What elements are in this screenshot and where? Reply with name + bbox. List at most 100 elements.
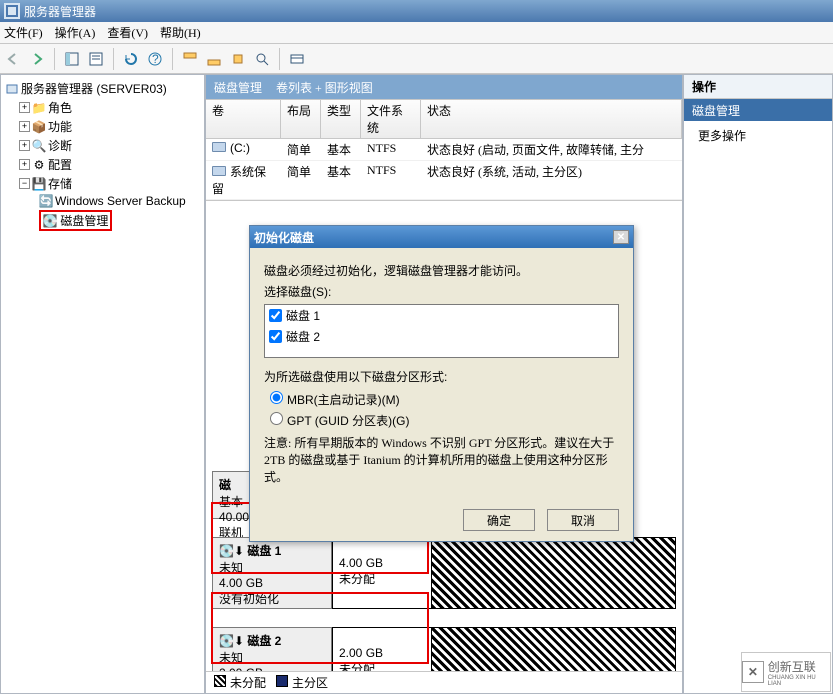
checkbox-disk1[interactable]	[269, 309, 282, 322]
radio-mbr-row[interactable]: MBR(主启动记录)(M)	[264, 389, 619, 410]
watermark-brand: 创新互联	[768, 658, 830, 675]
help-icon[interactable]: ?	[146, 50, 164, 68]
tree-config[interactable]: +⚙配置	[5, 155, 200, 174]
expander-icon[interactable]: +	[19, 121, 30, 132]
separator	[54, 48, 55, 70]
separator	[279, 48, 280, 70]
table-row[interactable]: (C:) 简单 基本 NTFS 状态良好 (启动, 页面文件, 故障转储, 主分	[206, 139, 682, 161]
disk2-partition[interactable]: 2.00 GB 未分配	[332, 627, 432, 671]
watermark-sub: CHUANG XIN HU LIAN	[768, 675, 830, 687]
back-icon[interactable]	[4, 50, 22, 68]
checkbox-disk2[interactable]	[269, 330, 282, 343]
center-subtitle: 卷列表 + 图形视图	[276, 79, 373, 96]
expander-icon[interactable]: −	[19, 178, 30, 189]
forward-icon[interactable]	[28, 50, 46, 68]
disk-list: 磁盘 1 磁盘 2	[264, 304, 619, 358]
menu-file[interactable]: 文件(F)	[4, 24, 43, 41]
col-volume[interactable]: 卷	[206, 100, 281, 138]
center-header: 磁盘管理 卷列表 + 图形视图	[206, 75, 682, 99]
legend-unalloc-swatch	[214, 675, 226, 687]
disk-row-1[interactable]: 💽⬇ 磁盘 1 未知 4.00 GB 没有初始化 4.00 GB 未分配	[212, 537, 676, 609]
diskmgmt-icon: 💽	[43, 214, 57, 228]
server-icon	[5, 82, 19, 96]
legend: 未分配 主分区	[206, 671, 682, 693]
actions-sub: 磁盘管理	[684, 99, 832, 121]
watermark: ✕ 创新互联 CHUANG XIN HU LIAN	[741, 652, 831, 692]
dialog-body: 磁盘必须经过初始化，逻辑磁盘管理器才能访问。 选择磁盘(S): 磁盘 1 磁盘 …	[250, 248, 633, 499]
col-type[interactable]: 类型	[321, 100, 361, 138]
menu-view[interactable]: 查看(V)	[107, 24, 148, 41]
features-icon: 📦	[32, 120, 46, 134]
disk1-partition[interactable]: 4.00 GB 未分配	[332, 537, 432, 609]
roles-icon: 📁	[32, 101, 46, 115]
properties-icon[interactable]	[87, 50, 105, 68]
settings-icon[interactable]	[229, 50, 247, 68]
panel-icon[interactable]	[63, 50, 81, 68]
ok-button[interactable]: 确定	[463, 509, 535, 531]
disk-error-icon: 💽⬇	[219, 634, 244, 648]
partition-style-label: 为所选磁盘使用以下磁盘分区形式:	[264, 368, 619, 385]
expander-icon[interactable]: +	[19, 159, 30, 170]
volumes-table: 卷 布局 类型 文件系统 状态 (C:) 简单 基本 NTFS 状态良好 (启动…	[206, 99, 682, 200]
tree-diskmgmt[interactable]: 💽 磁盘管理	[5, 209, 200, 232]
tree-diagnostics[interactable]: +🔍诊断	[5, 136, 200, 155]
legend-primary-swatch	[276, 675, 288, 687]
expander-icon[interactable]: +	[19, 102, 30, 113]
col-layout[interactable]: 布局	[281, 100, 321, 138]
dialog-title-text: 初始化磁盘	[254, 229, 314, 246]
find-icon[interactable]	[253, 50, 271, 68]
actions-panel: 操作 磁盘管理 更多操作	[683, 74, 833, 694]
expander-icon[interactable]: +	[19, 140, 30, 151]
close-icon[interactable]: ✕	[613, 230, 629, 244]
menu-help[interactable]: 帮助(H)	[160, 24, 201, 41]
tree-root-label: 服务器管理器 (SERVER03)	[21, 80, 167, 97]
tree-wsb[interactable]: 🔄Windows Server Backup	[5, 193, 200, 209]
disk1-unalloc[interactable]	[432, 537, 676, 609]
tree-roles[interactable]: +📁角色	[5, 98, 200, 117]
radio-gpt[interactable]	[270, 412, 283, 425]
tree-root[interactable]: 服务器管理器 (SERVER03)	[5, 79, 200, 98]
storage-icon: 💾	[32, 177, 46, 191]
initialize-disk-dialog: 初始化磁盘 ✕ 磁盘必须经过初始化，逻辑磁盘管理器才能访问。 选择磁盘(S): …	[249, 225, 634, 542]
disk2-unalloc[interactable]	[432, 627, 676, 671]
toolbar: ?	[0, 44, 833, 74]
table-row[interactable]: 系统保留 简单 基本 NTFS 状态良好 (系统, 活动, 主分区)	[206, 161, 682, 200]
select-disks-label: 选择磁盘(S):	[264, 283, 619, 300]
actions-more[interactable]: 更多操作	[684, 121, 832, 150]
view-top-icon[interactable]	[181, 50, 199, 68]
dialog-message: 磁盘必须经过初始化，逻辑磁盘管理器才能访问。	[264, 262, 619, 279]
dialog-titlebar[interactable]: 初始化磁盘 ✕	[250, 226, 633, 248]
window-titlebar: 服务器管理器	[0, 0, 833, 22]
volume-icon	[212, 166, 226, 176]
diagnostics-icon: 🔍	[32, 139, 46, 153]
tree-storage[interactable]: −💾存储	[5, 174, 200, 193]
col-status[interactable]: 状态	[421, 100, 682, 138]
disk-list-item-2[interactable]: 磁盘 2	[265, 326, 618, 347]
table-header: 卷 布局 类型 文件系统 状态	[206, 100, 682, 139]
dialog-note: 注意: 所有早期版本的 Windows 不识别 GPT 分区形式。建议在大于2T…	[264, 435, 619, 485]
disk-list-item-1[interactable]: 磁盘 1	[265, 305, 618, 326]
cancel-button[interactable]: 取消	[547, 509, 619, 531]
watermark-logo-icon: ✕	[742, 661, 764, 683]
dialog-buttons: 确定 取消	[250, 499, 633, 541]
highlight: 💽 磁盘管理	[39, 210, 112, 231]
col-fs[interactable]: 文件系统	[361, 100, 421, 138]
radio-gpt-row[interactable]: GPT (GUID 分区表)(G)	[264, 410, 619, 431]
actions-header: 操作	[684, 75, 832, 99]
disk1-info: 💽⬇ 磁盘 1 未知 4.00 GB 没有初始化	[212, 537, 332, 609]
separator	[172, 48, 173, 70]
menu-operation[interactable]: 操作(A)	[55, 24, 96, 41]
refresh-icon[interactable]	[122, 50, 140, 68]
view-bottom-icon[interactable]	[205, 50, 223, 68]
separator	[113, 48, 114, 70]
center-title: 磁盘管理	[214, 79, 262, 96]
backup-icon: 🔄	[39, 194, 53, 208]
disk-error-icon: 💽⬇	[219, 544, 244, 558]
list-icon[interactable]	[288, 50, 306, 68]
radio-mbr[interactable]	[270, 391, 283, 404]
config-icon: ⚙	[32, 158, 46, 172]
disk2-info: 💽⬇ 磁盘 2 未知 2.00 GB 没有初始化	[212, 627, 332, 671]
app-icon	[4, 3, 20, 19]
disk-row-2[interactable]: 💽⬇ 磁盘 2 未知 2.00 GB 没有初始化 2.00 GB 未分配	[212, 627, 676, 671]
tree-features[interactable]: +📦功能	[5, 117, 200, 136]
